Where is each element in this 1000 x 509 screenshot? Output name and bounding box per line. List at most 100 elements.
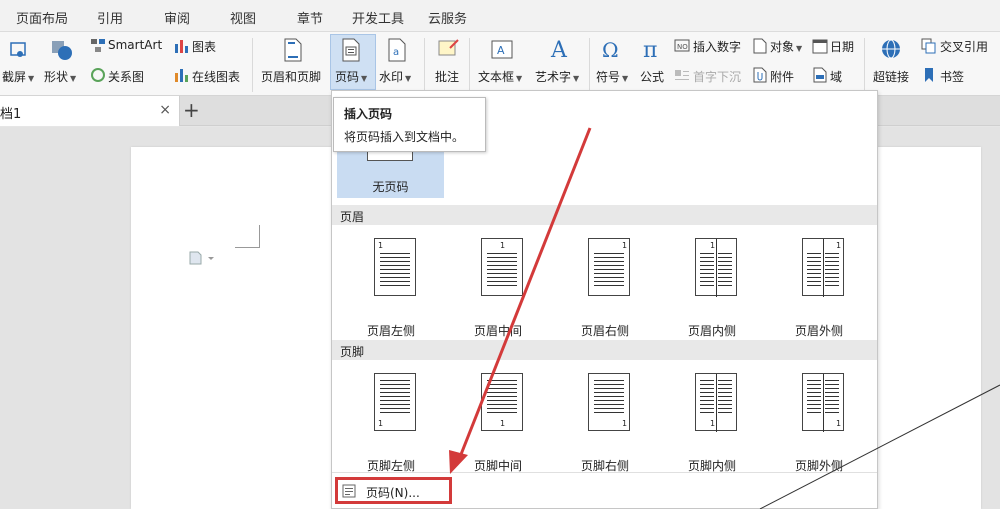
shape-label: 形状: [44, 70, 69, 84]
shape-button[interactable]: 形状 ▼: [44, 68, 76, 85]
hyperlink-icon: [882, 39, 900, 59]
thumb-page-number: 1: [378, 419, 384, 428]
screenshot-button[interactable]: 截屏 ▼: [2, 68, 34, 85]
thumb-text-line: [594, 384, 624, 385]
header-right-option[interactable]: 1 页眉右侧: [560, 238, 650, 338]
header-inside-thumb: 1: [695, 238, 737, 297]
page-number-dropdown: 无页码 页眉 1 页眉左侧 1 页眉中间 1 页眉右侧 1 页眉内侧 1 页眉外…: [331, 90, 878, 509]
document-tab-title: 档1: [0, 107, 22, 122]
thumb-text-line: [825, 412, 839, 413]
tab-review[interactable]: 审阅: [164, 8, 190, 27]
thumb-text-line: [825, 400, 839, 401]
thumb-fold-line: [823, 239, 824, 297]
thumb-text-line: [807, 380, 821, 381]
page-number-tooltip: 插入页码 将页码插入到文档中。: [333, 97, 486, 152]
thumb-text-line: [487, 388, 517, 389]
document-tab[interactable]: 档1 ×: [0, 96, 180, 126]
chart-button[interactable]: 图表: [192, 38, 216, 55]
thumb-text-line: [594, 265, 624, 266]
screenshot-icon: [10, 42, 26, 57]
footer-inside-option[interactable]: 1 页脚内侧: [667, 373, 757, 473]
thumb-text-line: [807, 285, 821, 286]
header-outside-label: 页眉外侧: [794, 324, 843, 338]
svg-text:π: π: [643, 38, 657, 63]
thumb-page-number: 1: [500, 419, 506, 428]
chart-icon: [175, 40, 188, 53]
thumb-text-line: [380, 384, 410, 385]
header-inside-label: 页眉内侧: [687, 324, 736, 338]
smartart-button[interactable]: SmartArt: [108, 38, 162, 52]
relation-icon: [91, 68, 105, 82]
thumb-text-line: [700, 380, 714, 381]
object-button[interactable]: 对象 ▼: [770, 38, 802, 55]
paste-options-icon[interactable]: [188, 250, 218, 266]
formula-button[interactable]: 公式: [640, 68, 664, 85]
header-section-title: 页眉: [340, 210, 365, 224]
attachment-button[interactable]: 附件: [770, 68, 794, 85]
watermark-button[interactable]: 水印 ▼: [379, 68, 411, 85]
thumb-text-line: [718, 265, 732, 266]
thumb-text-line: [825, 261, 839, 262]
thumb-text-line: [594, 285, 624, 286]
tab-references[interactable]: 引用: [97, 8, 123, 27]
hyperlink-button[interactable]: 超链接: [873, 68, 909, 85]
footer-outside-option[interactable]: 1 页脚外侧: [774, 373, 864, 473]
thumb-text-line: [807, 261, 821, 262]
thumb-text-line: [700, 285, 714, 286]
field-button[interactable]: 域: [830, 68, 842, 85]
thumb-text-line: [594, 269, 624, 270]
tab-developer[interactable]: 开发工具: [352, 8, 404, 27]
online-chart-button[interactable]: 在线图表: [192, 68, 240, 85]
thumb-text-line: [700, 277, 714, 278]
page-number-button[interactable]: 页码 ▼: [335, 68, 367, 85]
tab-page-layout[interactable]: 页面布局: [16, 8, 68, 27]
header-left-option[interactable]: 1 页眉左侧: [346, 238, 436, 338]
thumb-text-line: [718, 277, 732, 278]
tab-cloud[interactable]: 云服务: [428, 8, 467, 27]
thumb-text-line: [700, 265, 714, 266]
thumb-text-line: [700, 257, 714, 258]
thumb-text-line: [380, 412, 410, 413]
footer-outside-thumb: 1: [802, 373, 844, 432]
thumb-text-line: [825, 404, 839, 405]
bookmark-button[interactable]: 书签: [940, 68, 964, 85]
symbol-button[interactable]: 符号 ▼: [596, 68, 628, 85]
thumb-text-line: [718, 285, 732, 286]
close-icon[interactable]: ×: [159, 102, 171, 118]
textbox-button[interactable]: 文本框 ▼: [478, 68, 522, 85]
drop-cap-button[interactable]: 首字下沉: [693, 68, 741, 85]
thumb-text-line: [718, 412, 732, 413]
thumb-text-line: [380, 388, 410, 389]
wordart-button[interactable]: 艺术字 ▼: [535, 68, 579, 85]
thumb-text-line: [825, 384, 839, 385]
footer-center-option[interactable]: 1 页脚中间: [453, 373, 543, 473]
cross-ref-button[interactable]: 交叉引用: [940, 38, 988, 55]
thumb-text-line: [700, 281, 714, 282]
header-footer-button[interactable]: 页眉和页脚: [261, 68, 321, 85]
thumb-text-line: [487, 392, 517, 393]
thumb-text-line: [718, 408, 732, 409]
thumb-page-number: 1: [378, 241, 384, 250]
add-tab-icon[interactable]: +: [183, 98, 200, 122]
tab-view[interactable]: 视图: [230, 8, 256, 27]
footer-left-option[interactable]: 1 页脚左侧: [346, 373, 436, 473]
header-outside-option[interactable]: 1 页眉外侧: [774, 238, 864, 338]
tab-chapter[interactable]: 章节: [297, 8, 323, 27]
header-inside-option[interactable]: 1 页眉内侧: [667, 238, 757, 338]
thumb-text-line: [807, 404, 821, 405]
thumb-page-number: 1: [710, 419, 716, 428]
thumb-text-line: [825, 281, 839, 282]
header-center-option[interactable]: 1 页眉中间: [453, 238, 543, 338]
thumb-text-line: [825, 269, 839, 270]
thumb-text-line: [807, 396, 821, 397]
footer-right-option[interactable]: 1 页脚右侧: [560, 373, 650, 473]
thumb-text-line: [594, 404, 624, 405]
insert-number-button[interactable]: 插入数字: [693, 38, 741, 55]
comment-icon: [438, 39, 459, 56]
relation-button[interactable]: 关系图: [108, 68, 144, 85]
comment-button[interactable]: 批注: [435, 68, 459, 85]
date-button[interactable]: 日期: [830, 38, 854, 55]
thumb-text-line: [825, 392, 839, 393]
object-icon: [753, 38, 767, 54]
thumb-text-line: [825, 396, 839, 397]
